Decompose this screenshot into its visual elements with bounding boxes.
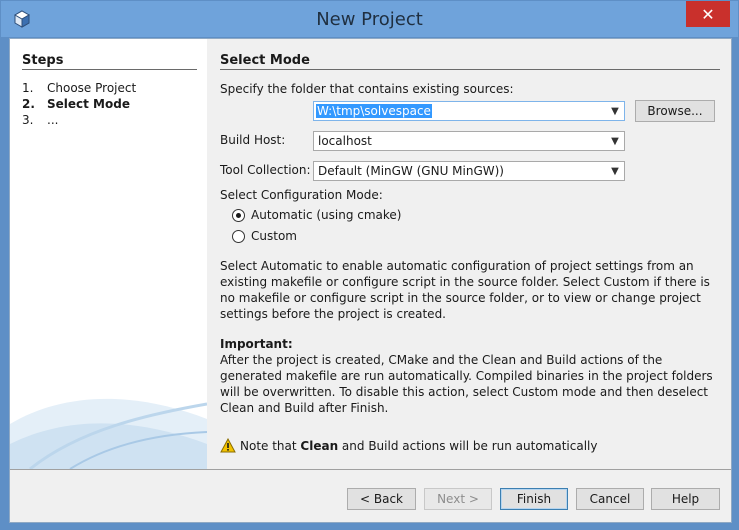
mode-description: Select Automatic to enable automatic con… — [220, 259, 710, 321]
tool-collection-label: Tool Collection: — [220, 163, 311, 177]
step-item-current: 2. Select Mode — [22, 97, 130, 111]
radio-automatic[interactable]: Automatic (using cmake) — [232, 208, 402, 222]
steps-divider — [22, 69, 197, 70]
important-title: Important: — [220, 337, 293, 351]
main-panel: Select Mode Specify the folder that cont… — [220, 39, 725, 469]
step-item: 1. Choose Project — [22, 81, 136, 95]
steps-panel: Steps 1. Choose Project 2. Select Mode 3..… — [10, 39, 207, 469]
step-number: 2. — [22, 97, 35, 111]
radio-custom-label[interactable]: Custom — [251, 229, 297, 243]
back-button[interactable]: < Back — [347, 488, 416, 510]
step-label: Choose Project — [47, 81, 137, 95]
tool-collection-value: Default (MinGW (GNU MinGW)) — [318, 164, 504, 178]
folder-combobox[interactable]: W:\tmp\solvespace ▼ — [313, 101, 625, 121]
button-bar: < Back Next > Finish Cancel Help — [10, 470, 731, 522]
new-project-dialog: New Project ✕ Steps 1. Choose Project 2. S… — [0, 0, 739, 530]
step-label: Select Mode — [47, 97, 130, 111]
note-bold: Clean — [300, 438, 339, 453]
close-button[interactable]: ✕ — [686, 1, 730, 27]
help-button[interactable]: Help — [651, 488, 720, 510]
finish-button[interactable]: Finish — [500, 488, 568, 510]
important-text: After the project is created, CMake and … — [220, 353, 713, 415]
folder-value-wrap: W:\tmp\solvespace — [314, 104, 606, 118]
radio-checked-indicator[interactable] — [232, 208, 245, 222]
chevron-down-icon[interactable]: ▼ — [606, 106, 624, 117]
folder-label: Specify the folder that contains existin… — [220, 82, 514, 96]
warning-note: Note that Clean and Build actions will b… — [220, 438, 597, 453]
step-number: 3. — [22, 113, 34, 127]
steps-title: Steps — [22, 53, 64, 68]
step-label: ... — [47, 113, 59, 127]
folder-value[interactable]: W:\tmp\solvespace — [316, 104, 432, 118]
config-mode-label: Select Configuration Mode: — [220, 188, 383, 202]
tool-collection-select[interactable]: Default (MinGW (GNU MinGW)) ▼ — [313, 161, 625, 181]
panel-divider — [220, 69, 720, 70]
dialog-body: Steps 1. Choose Project 2. Select Mode 3..… — [9, 38, 732, 523]
warning-icon — [220, 438, 236, 453]
browse-button[interactable]: Browse... — [635, 100, 715, 122]
chevron-down-icon[interactable]: ▼ — [606, 136, 624, 147]
radio-unchecked-indicator[interactable] — [232, 229, 245, 243]
radio-automatic-label[interactable]: Automatic (using cmake) — [251, 208, 402, 222]
step-item: 3.... — [22, 113, 58, 127]
note-prefix: Note that — [240, 438, 301, 453]
chevron-down-icon[interactable]: ▼ — [606, 166, 624, 177]
panel-title: Select Mode — [220, 53, 310, 68]
next-button[interactable]: Next > — [424, 488, 492, 510]
build-host-label: Build Host: — [220, 133, 286, 147]
window-title: New Project — [316, 9, 423, 30]
build-host-value: localhost — [318, 134, 372, 148]
radio-custom[interactable]: Custom — [232, 229, 297, 243]
build-host-select[interactable]: localhost ▼ — [313, 131, 625, 151]
decorative-swoosh-graphic — [10, 398, 207, 469]
cancel-button[interactable]: Cancel — [576, 488, 644, 510]
note-suffix: and Build actions will be run automatica… — [338, 438, 598, 453]
title-bar[interactable]: New Project ✕ — [1, 1, 738, 37]
step-number: 1. — [22, 81, 34, 95]
